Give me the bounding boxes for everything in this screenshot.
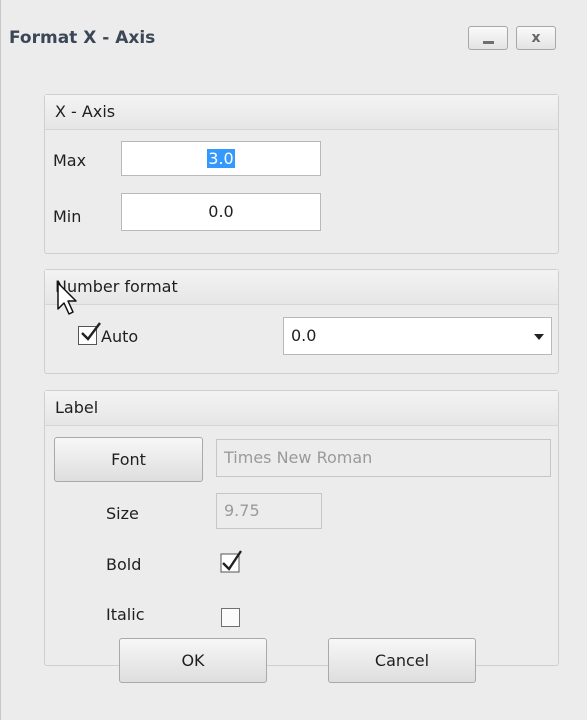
bold-checkbox[interactable] <box>220 550 242 574</box>
font-button[interactable]: Font <box>54 437 203 482</box>
min-value: 0.0 <box>208 202 234 221</box>
minimize-button[interactable] <box>468 26 508 50</box>
max-label: Max <box>53 151 87 170</box>
size-label: Size <box>106 504 139 523</box>
close-button[interactable]: x <box>516 26 556 50</box>
size-field: 9.75 <box>216 493 322 529</box>
auto-checkbox[interactable] <box>78 322 101 345</box>
max-input[interactable]: 3.0 <box>121 141 321 176</box>
checkmark-icon <box>220 550 242 573</box>
max-value: 3.0 <box>207 149 235 168</box>
chevron-down-icon <box>534 334 544 340</box>
font-name-field: Times New Roman <box>216 439 551 477</box>
ok-button[interactable]: OK <box>119 638 267 683</box>
italic-label: Italic <box>106 605 145 624</box>
label-group-header: Label <box>45 391 558 426</box>
minimize-icon <box>482 40 494 44</box>
min-input[interactable]: 0.0 <box>121 193 321 231</box>
auto-label: Auto <box>101 327 139 346</box>
format-x-axis-dialog: Format X - Axis x X - Axis Max 3.0 Min 0… <box>0 0 587 720</box>
checkmark-icon <box>81 322 101 341</box>
bold-label: Bold <box>106 555 142 574</box>
number-format-value: 0.0 <box>291 326 317 345</box>
number-format-select[interactable]: 0.0 <box>283 317 552 355</box>
close-icon: x <box>531 30 541 46</box>
x-axis-group-header: X - Axis <box>45 95 558 130</box>
cancel-button[interactable]: Cancel <box>328 638 476 683</box>
min-label: Min <box>53 207 82 226</box>
window-title: Format X - Axis <box>9 28 156 48</box>
italic-checkbox[interactable] <box>221 608 240 627</box>
title-bar[interactable]: Format X - Axis x <box>1 0 587 68</box>
mouse-cursor-icon <box>57 282 77 315</box>
number-format-group-header: Number format <box>45 270 558 305</box>
